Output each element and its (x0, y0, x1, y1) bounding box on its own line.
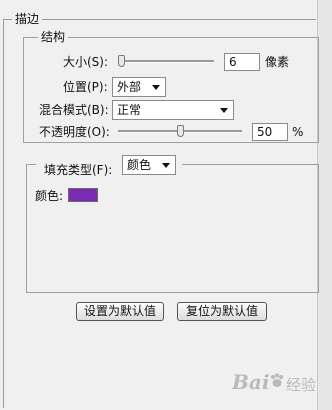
size-input[interactable]: 6 (224, 53, 260, 71)
opacity-slider-thumb[interactable] (176, 125, 184, 137)
opacity-label: 不透明度(O): (39, 125, 110, 139)
fill-type-label: 填充类型(F): (44, 163, 113, 177)
watermark-brand: Bai (232, 370, 270, 394)
chevron-down-icon (220, 108, 228, 113)
chevron-down-icon (152, 85, 160, 90)
fill-group (26, 164, 319, 293)
size-unit: 像素 (265, 55, 290, 69)
color-swatch[interactable] (68, 188, 98, 202)
blend-mode-label: 混合模式(B): (39, 103, 109, 117)
watermark: Bai 经验 (214, 360, 326, 400)
watermark-brand-cn: 经验 (286, 376, 317, 394)
position-label: 位置(P): (63, 80, 108, 94)
make-default-button[interactable]: 设置为默认值 (76, 302, 164, 321)
chevron-down-icon (162, 163, 170, 168)
size-label: 大小(S): (63, 55, 109, 69)
paw-icon (271, 373, 283, 387)
position-select[interactable]: 外部 (112, 77, 166, 97)
reset-default-button[interactable]: 复位为默认值 (177, 302, 267, 321)
blend-mode-select[interactable]: 正常 (112, 100, 234, 120)
position-value: 外部 (117, 80, 142, 94)
structure-title: 结构 (38, 30, 69, 44)
scroll-shade (317, 0, 332, 410)
fill-type-value: 颜色 (127, 158, 152, 172)
section-title: 描边 (12, 12, 43, 26)
blend-mode-value: 正常 (117, 103, 142, 117)
color-label: 颜色: (35, 189, 64, 203)
size-slider-track[interactable] (118, 60, 214, 63)
opacity-input[interactable]: 50 (252, 123, 288, 141)
fill-type-select[interactable]: 颜色 (122, 155, 176, 175)
size-slider-thumb[interactable] (118, 55, 125, 67)
opacity-unit: % (292, 125, 304, 139)
